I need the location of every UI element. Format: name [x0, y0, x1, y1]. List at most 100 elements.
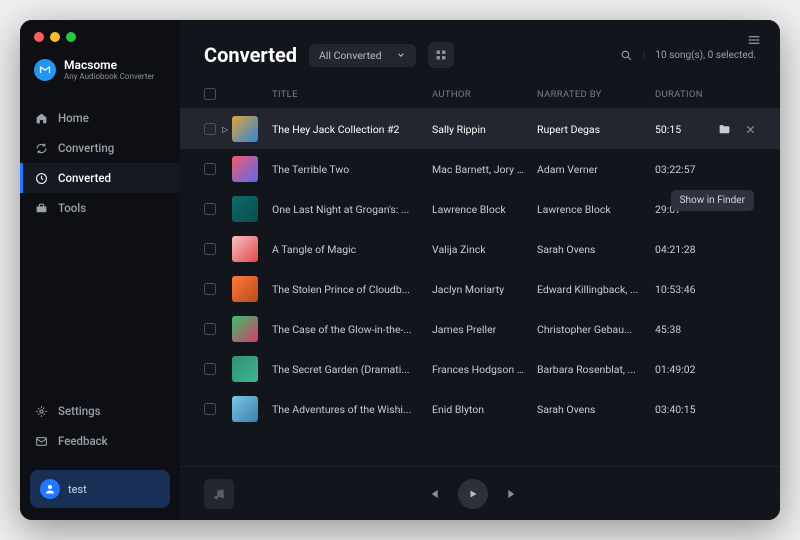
- window-controls: [20, 32, 180, 52]
- row-author: Enid Blyton: [432, 403, 537, 416]
- folder-icon[interactable]: [718, 123, 731, 136]
- status-count: 10 song(s), 0 selected.: [655, 50, 756, 61]
- row-narrated: Barbara Rosenblat, ...: [537, 363, 655, 376]
- sidebar: Macsome Any Audiobook Converter Home Con…: [20, 20, 180, 520]
- brand-subtitle: Any Audiobook Converter: [64, 72, 154, 81]
- clock-icon: [34, 171, 48, 185]
- avatar: [40, 479, 60, 499]
- mail-icon: [34, 434, 48, 448]
- hamburger-icon[interactable]: [746, 32, 762, 48]
- row-author: Frances Hodgson B...: [432, 363, 537, 376]
- album-art: [232, 236, 258, 262]
- nav-tools[interactable]: Tools: [20, 193, 180, 223]
- col-title: TITLE: [272, 89, 432, 100]
- user-name: test: [68, 483, 87, 496]
- minimize-window-button[interactable]: [50, 32, 60, 42]
- gear-icon: [34, 404, 48, 418]
- refresh-icon: [34, 141, 48, 155]
- nav: Home Converting Converted Tools: [20, 95, 180, 396]
- row-duration: 04:21:28: [655, 243, 711, 256]
- row-author: Sally Rippin: [432, 123, 537, 136]
- table-row[interactable]: The Secret Garden (Dramati...Frances Hod…: [180, 349, 780, 389]
- table-row[interactable]: The Adventures of the Wishi...Enid Blyto…: [180, 389, 780, 429]
- nav-converted-label: Converted: [58, 171, 111, 185]
- nav-settings-label: Settings: [58, 404, 101, 418]
- row-title: The Secret Garden (Dramati...: [272, 363, 432, 376]
- brand-icon: [34, 59, 56, 81]
- row-narrated: Rupert Degas: [537, 123, 655, 136]
- tooltip-show-in-finder: Show in Finder: [671, 190, 754, 211]
- table-row[interactable]: ▷ The Hey Jack Collection #2Sally RippinR…: [180, 109, 780, 149]
- player-bar: [180, 466, 780, 520]
- now-playing-art: [204, 479, 234, 509]
- user-pill[interactable]: test: [30, 470, 170, 508]
- album-art: [232, 196, 258, 222]
- row-checkbox[interactable]: [204, 123, 216, 135]
- nav-home[interactable]: Home: [20, 103, 180, 133]
- select-all-checkbox[interactable]: [204, 88, 216, 100]
- next-button[interactable]: [506, 487, 520, 501]
- bottom-nav: Settings Feedback: [20, 396, 180, 464]
- maximize-window-button[interactable]: [66, 32, 76, 42]
- row-narrated: Lawrence Block: [537, 203, 655, 216]
- row-title: The Stolen Prince of Cloudb...: [272, 283, 432, 296]
- row-title: The Hey Jack Collection #2: [272, 123, 432, 136]
- table-row[interactable]: The Terrible TwoMac Barnett, Jory J...Ad…: [180, 149, 780, 189]
- album-art: [232, 356, 258, 382]
- play-indicator-icon: ▷: [222, 125, 228, 134]
- search-icon[interactable]: [620, 49, 633, 62]
- table-row[interactable]: The Stolen Prince of Cloudb...Jaclyn Mor…: [180, 269, 780, 309]
- album-art: [232, 316, 258, 342]
- nav-converted[interactable]: Converted: [20, 163, 180, 193]
- row-duration: 10:53:46: [655, 283, 711, 296]
- app-window: Macsome Any Audiobook Converter Home Con…: [20, 20, 780, 520]
- row-duration: 03:22:57: [655, 163, 711, 176]
- col-author: Author: [432, 89, 537, 100]
- grid-view-button[interactable]: [428, 42, 454, 68]
- table-row[interactable]: A Tangle of MagicValija ZinckSarah Ovens…: [180, 229, 780, 269]
- filter-dropdown[interactable]: All Converted: [309, 44, 416, 67]
- row-author: Lawrence Block: [432, 203, 537, 216]
- header: Converted All Converted | 10 song(s), 0 …: [180, 20, 780, 80]
- row-checkbox[interactable]: [204, 283, 216, 295]
- home-icon: [34, 111, 48, 125]
- table-row[interactable]: The Case of the Glow-in-the-...James Pre…: [180, 309, 780, 349]
- col-duration: DURATION: [655, 89, 711, 100]
- row-narrated: Sarah Ovens: [537, 403, 655, 416]
- nav-converting[interactable]: Converting: [20, 133, 180, 163]
- nav-feedback[interactable]: Feedback: [20, 426, 180, 456]
- album-art: [232, 276, 258, 302]
- row-duration: 50:15: [655, 123, 711, 136]
- nav-converting-label: Converting: [58, 141, 114, 155]
- album-art: [232, 116, 258, 142]
- close-window-button[interactable]: [34, 32, 44, 42]
- album-art: [232, 156, 258, 182]
- row-checkbox[interactable]: [204, 163, 216, 175]
- row-checkbox[interactable]: [204, 363, 216, 375]
- brand: Macsome Any Audiobook Converter: [20, 52, 180, 95]
- row-checkbox[interactable]: [204, 323, 216, 335]
- row-author: Jaclyn Moriarty: [432, 283, 537, 296]
- row-title: The Terrible Two: [272, 163, 432, 176]
- play-button[interactable]: [458, 479, 488, 509]
- divider: |: [643, 50, 645, 61]
- nav-settings[interactable]: Settings: [20, 396, 180, 426]
- table-header: TITLE Author Narrated by DURATION: [180, 80, 780, 109]
- row-title: One Last Night at Grogan's: ...: [272, 203, 432, 216]
- row-author: Valija Zinck: [432, 243, 537, 256]
- page-title: Converted: [204, 43, 297, 67]
- row-checkbox[interactable]: [204, 403, 216, 415]
- row-duration: 03:40:15: [655, 403, 711, 416]
- row-checkbox[interactable]: [204, 243, 216, 255]
- album-art: [232, 396, 258, 422]
- nav-home-label: Home: [58, 111, 89, 125]
- row-title: The Case of the Glow-in-the-...: [272, 323, 432, 336]
- brand-name: Macsome: [64, 58, 154, 72]
- prev-button[interactable]: [426, 487, 440, 501]
- nav-feedback-label: Feedback: [58, 434, 108, 448]
- row-narrated: Sarah Ovens: [537, 243, 655, 256]
- close-icon[interactable]: [745, 124, 756, 135]
- row-title: A Tangle of Magic: [272, 243, 432, 256]
- row-checkbox[interactable]: [204, 203, 216, 215]
- row-narrated: Adam Verner: [537, 163, 655, 176]
